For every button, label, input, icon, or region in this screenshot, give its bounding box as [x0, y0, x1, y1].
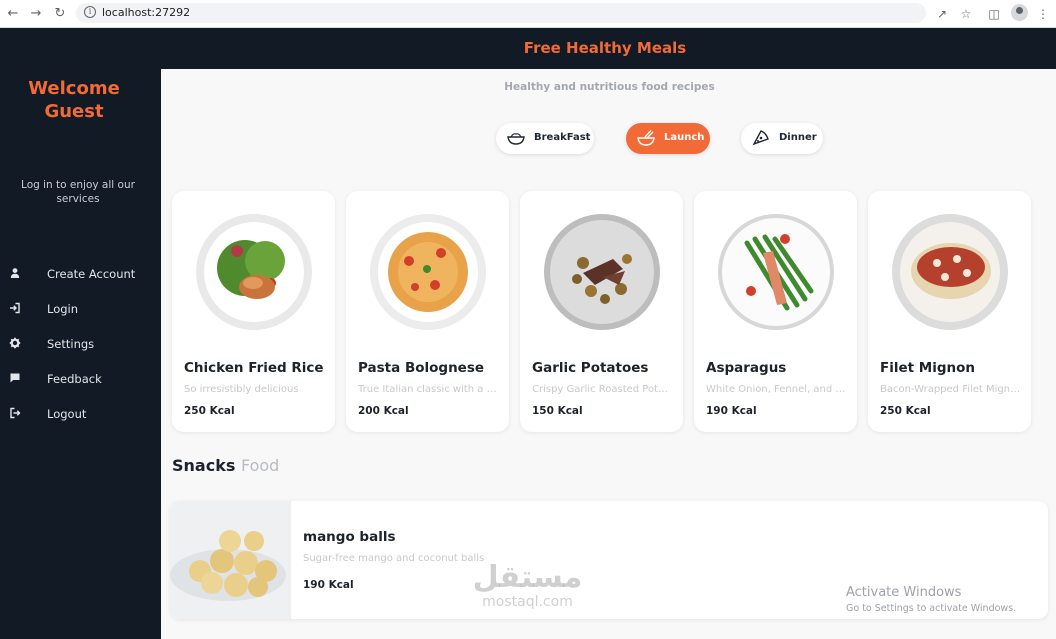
snack-title: mango balls [303, 529, 396, 545]
more-menu-icon[interactable]: ⋮ [1034, 5, 1052, 23]
meal-title: Filet Mignon [880, 360, 976, 376]
profile-avatar-icon[interactable] [1011, 4, 1028, 21]
tab-launch[interactable]: Launch [626, 123, 710, 154]
side-panel-icon[interactable]: ◫ [985, 5, 1003, 23]
activate-windows-subtitle: Go to Settings to activate Windows. [846, 603, 1017, 614]
sidebar-item-feedback[interactable]: Feedback [0, 368, 161, 392]
tab-label: Launch [664, 132, 705, 143]
sidebar-item-label: Feedback [47, 372, 102, 386]
back-arrow-icon[interactable]: ← [4, 5, 22, 23]
meal-card[interactable]: Pasta Bolognese True Italian classic wit… [346, 191, 509, 432]
main-content: Healthy and nutritious food recipes Brea… [161, 69, 1056, 639]
pizza-slice-icon [752, 130, 769, 146]
site-info-icon[interactable]: i [84, 6, 96, 18]
meal-description: True Italian classic with a meaty, chill… [358, 384, 500, 395]
meal-title: Chicken Fried Rice [184, 360, 324, 376]
activate-windows-title: Activate Windows [846, 585, 962, 600]
watermark-arabic: مستقل [472, 560, 583, 595]
meal-description: Bacon-Wrapped Filet Mignon [880, 384, 1022, 395]
filet-mignon-image [892, 214, 1008, 330]
activate-windows-notice: Activate Windows Go to Settings to activ… [846, 585, 1016, 614]
tab-label: Dinner [779, 132, 817, 143]
user-icon [10, 268, 20, 278]
logout-icon [10, 407, 21, 419]
sidebar: Welcome Guest Log in to enjoy all our se… [0, 69, 161, 639]
meal-description: So irresistibly delicious [184, 384, 299, 395]
garlic-potatoes-image [544, 214, 660, 330]
chicken-salad-image [196, 214, 312, 330]
snack-card[interactable]: mango balls Sugar-free mango and coconut… [170, 501, 1048, 619]
meal-description: White Onion, Fennel, and Asparagus [706, 384, 848, 395]
login-icon [10, 302, 20, 314]
meal-card[interactable]: Asparagus White Onion, Fennel, and Aspar… [694, 191, 857, 432]
meal-description: Crispy Garlic Roasted Potatoes [532, 384, 674, 395]
browser-toolbar: ← → ↻ i localhost:27292 ↗ ☆ ◫ ⋮ [0, 0, 1056, 28]
tab-dinner[interactable]: Dinner [741, 123, 823, 154]
sidebar-item-label: Create Account [47, 267, 136, 281]
tab-label: BreakFast [534, 132, 591, 143]
sidebar-item-label: Login [47, 302, 79, 316]
snacks-heading: Snacks Food [172, 456, 279, 475]
meal-card[interactable]: Filet Mignon Bacon-Wrapped Filet Mignon … [868, 191, 1031, 432]
meal-calories: 190 Kcal [706, 405, 757, 417]
bowl-icon [507, 133, 525, 145]
meal-calories: 250 Kcal [184, 405, 235, 417]
forward-arrow-icon[interactable]: → [27, 5, 45, 23]
feedback-icon [10, 373, 20, 383]
meal-calories: 150 Kcal [532, 405, 583, 417]
snack-calories: 190 Kcal [303, 579, 354, 591]
sidebar-item-settings[interactable]: Settings [0, 333, 161, 357]
page-subtitle: Healthy and nutritious food recipes [504, 81, 715, 93]
sidebar-item-create-account[interactable]: Create Account [0, 263, 161, 287]
welcome-heading: Welcome Guest [28, 78, 120, 122]
meal-card[interactable]: Chicken Fried Rice So irresistibly delic… [172, 191, 335, 432]
meal-card[interactable]: Garlic Potatoes Crispy Garlic Roasted Po… [520, 191, 683, 432]
snack-description: Sugar-free mango and coconut balls [303, 553, 485, 564]
meal-calories: 200 Kcal [358, 405, 409, 417]
watermark-logo: مستقل mostaql.com [460, 560, 595, 611]
bowl-chopsticks-icon [637, 130, 655, 146]
snacks-heading-muted: Food [240, 456, 280, 475]
meal-title: Pasta Bolognese [358, 360, 485, 376]
meal-calories: 250 Kcal [880, 405, 931, 417]
sidebar-item-logout[interactable]: Logout [0, 403, 161, 427]
pasta-image [370, 214, 486, 330]
top-header: Free Healthy Meals [0, 28, 1056, 69]
meal-title: Asparagus [706, 360, 787, 376]
gear-icon [9, 337, 21, 349]
tab-breakfast[interactable]: BreakFast [496, 123, 594, 154]
address-url: localhost:27292 [102, 6, 191, 19]
meal-title: Garlic Potatoes [532, 360, 649, 376]
bookmark-star-icon[interactable]: ☆ [957, 5, 975, 23]
sidebar-item-label: Logout [47, 407, 87, 421]
address-bar[interactable]: i localhost:27292 [76, 3, 926, 23]
login-hint: Log in to enjoy all our services [21, 179, 135, 205]
watermark-url: mostaql.com [482, 594, 573, 610]
sidebar-item-login[interactable]: Login [0, 298, 161, 322]
reload-icon[interactable]: ↻ [51, 5, 69, 23]
asparagus-image [718, 214, 834, 330]
mango-balls-image [170, 501, 291, 619]
snacks-heading-main: Snacks [172, 456, 236, 475]
site-title: Free Healthy Meals [523, 39, 687, 57]
sidebar-item-label: Settings [47, 337, 95, 351]
share-icon[interactable]: ↗ [933, 5, 951, 23]
